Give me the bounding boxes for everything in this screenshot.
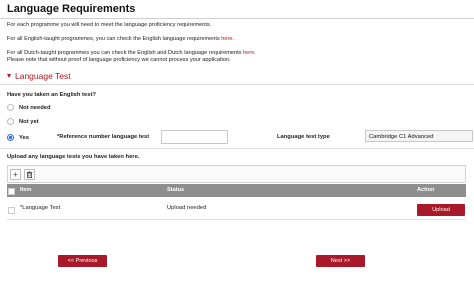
page-title: Language Requirements (7, 3, 136, 15)
proof-note: Please note that without proof of langua… (7, 57, 231, 63)
option-not-yet[interactable]: Not yet (7, 118, 39, 125)
option-not-needed[interactable]: Not needed (7, 104, 51, 111)
intro-text: For each programme you will need to meet… (7, 22, 212, 28)
column-item: Item (20, 187, 32, 193)
plus-icon[interactable]: + (10, 169, 21, 180)
option-yes-label: Yes (19, 134, 29, 141)
upload-divider (0, 148, 474, 149)
radio-not-needed[interactable] (7, 104, 14, 111)
dutch-requirements-link[interactable]: here. (243, 50, 256, 56)
table-row: *Language Test Upload needed Upload (7, 199, 466, 220)
english-requirements-label: For all English-taught programmes, you c… (7, 36, 220, 42)
row-checkbox[interactable] (8, 207, 15, 214)
test-type-select[interactable]: Cambridge C1 Advanced (365, 130, 473, 142)
option-not-needed-label: Not needed (19, 104, 51, 111)
previous-button[interactable]: << Previous (58, 255, 107, 267)
section-divider (0, 84, 474, 85)
reference-number-label: *Reference number language test (57, 134, 150, 140)
collapse-triangle-icon (7, 74, 11, 78)
english-requirements-text: For all English-taught programmes, you c… (7, 36, 234, 42)
upload-table-header: Item Status Action (7, 184, 466, 197)
row-item: *Language Test (20, 205, 61, 211)
reference-number-input[interactable] (161, 130, 228, 144)
next-button[interactable]: Next >> (316, 255, 365, 267)
title-divider (0, 18, 474, 19)
dutch-requirements-text: For all Dutch-taught programmes you can … (7, 50, 256, 56)
radio-yes[interactable] (7, 134, 14, 141)
option-not-yet-label: Not yet (19, 118, 39, 125)
trash-icon[interactable] (24, 169, 35, 180)
upload-button[interactable]: Upload (417, 204, 465, 216)
column-action: Action (417, 187, 435, 193)
section-language-test[interactable]: Language Test (7, 71, 71, 81)
dutch-requirements-label: For all Dutch-taught programmes you can … (7, 50, 242, 56)
english-test-question: Have you taken an English test? (7, 92, 96, 98)
select-all-checkbox[interactable] (8, 188, 15, 195)
section-title: Language Test (15, 71, 71, 81)
radio-not-yet[interactable] (7, 118, 14, 125)
trash-glyph (26, 171, 33, 178)
upload-title: Upload any language tests you have taken… (7, 154, 140, 160)
option-yes[interactable]: Yes (7, 134, 29, 141)
test-type-label: Language test type (277, 134, 330, 140)
english-requirements-link[interactable]: here. (221, 36, 234, 42)
row-status: Upload needed (167, 205, 207, 211)
upload-toolbar: + (7, 165, 466, 183)
column-status: Status (167, 187, 185, 193)
